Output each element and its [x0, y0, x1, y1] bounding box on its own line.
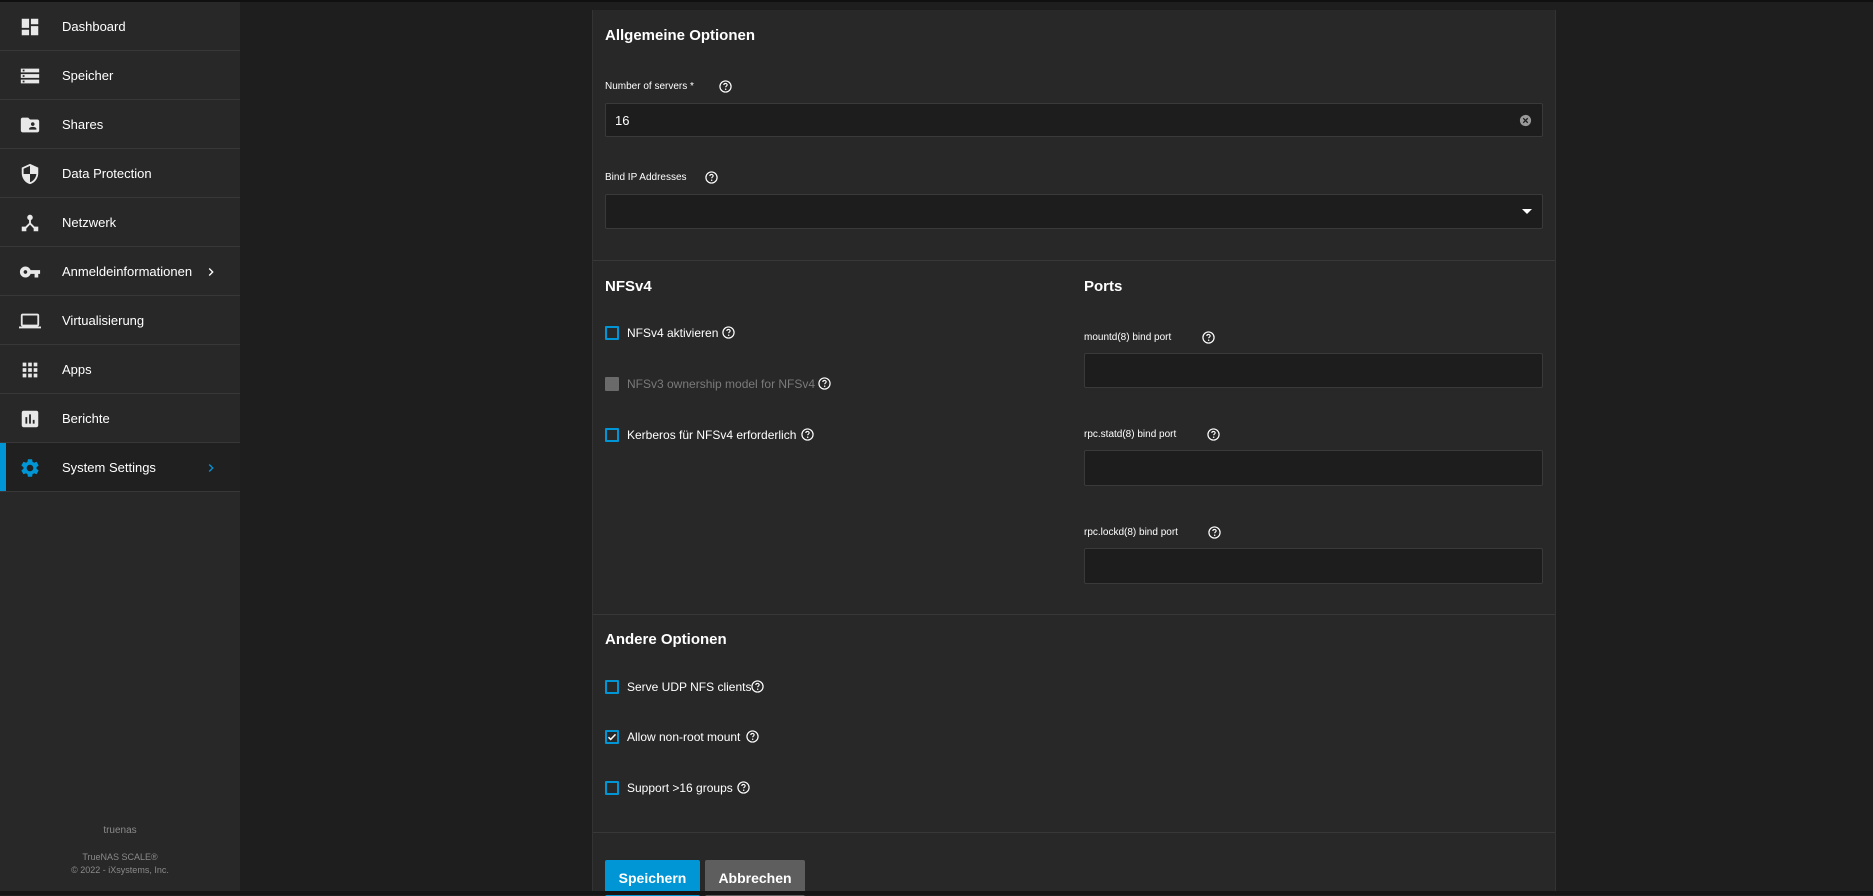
- servers-input-box[interactable]: [605, 103, 1543, 137]
- sidebar-item-label: Apps: [62, 361, 92, 377]
- servers-label: Number of servers *: [605, 81, 694, 92]
- apps-grid-icon: [19, 359, 41, 381]
- key-icon: [19, 261, 41, 283]
- nfsv3-ownership-label: NFSv3 ownership model for NFSv4: [627, 377, 816, 391]
- help-icon[interactable]: [1207, 428, 1220, 441]
- lockd-port-input-box[interactable]: [1084, 548, 1543, 584]
- section-title-ports: Ports: [1084, 278, 1123, 295]
- nfs-settings-card: Allgemeine Optionen Number of servers * …: [592, 10, 1556, 896]
- help-icon[interactable]: [818, 377, 831, 390]
- udp-clients-checkbox[interactable]: [605, 680, 619, 694]
- section-divider: [593, 832, 1555, 833]
- help-icon[interactable]: [719, 80, 732, 93]
- sidebar-item-dashboard[interactable]: Dashboard: [0, 2, 240, 51]
- product-name: TrueNAS SCALE®: [82, 852, 158, 862]
- storage-icon: [19, 65, 41, 87]
- bottom-border: [0, 891, 1873, 895]
- sidebar-item-data-protection[interactable]: Data Protection: [0, 149, 240, 198]
- non-root-mount-checkbox[interactable]: [605, 730, 619, 744]
- statd-port-input-box[interactable]: [1084, 450, 1543, 486]
- folder-shared-icon: [19, 114, 41, 136]
- shield-icon: [19, 163, 41, 185]
- sidebar-item-label: Virtualisierung: [62, 312, 145, 328]
- sidebar-item-label: Dashboard: [62, 18, 126, 34]
- statd-port-input[interactable]: [1094, 451, 1511, 485]
- help-icon[interactable]: [722, 326, 735, 339]
- sidebar-item-netzwerk[interactable]: Netzwerk: [0, 198, 240, 247]
- nfsv4-enable-label: NFSv4 aktivieren: [627, 326, 719, 340]
- kerberos-checkbox[interactable]: [605, 428, 619, 442]
- bind-ip-label: Bind IP Addresses: [605, 172, 687, 183]
- sidebar-item-label: Shares: [62, 116, 104, 132]
- chevron-right-icon: [203, 264, 219, 280]
- nfsv3-ownership-checkbox: [605, 377, 619, 391]
- help-icon[interactable]: [751, 680, 764, 693]
- mountd-port-input[interactable]: [1094, 354, 1511, 387]
- section-title-nfsv4: NFSv4: [605, 278, 652, 295]
- sidebar-item-berichte[interactable]: Berichte: [0, 394, 240, 443]
- reports-chart-icon: [19, 408, 41, 430]
- copyright: © 2022 - iXsystems, Inc.: [71, 865, 169, 875]
- statd-label: rpc.statd(8) bind port: [1084, 429, 1177, 440]
- section-title-other: Andere Optionen: [605, 631, 727, 648]
- servers-input[interactable]: [615, 104, 1511, 136]
- support-16-groups-checkbox[interactable]: [605, 781, 619, 795]
- help-icon[interactable]: [705, 171, 718, 184]
- support-16-groups-label: Support >16 groups: [627, 781, 733, 795]
- section-title-general: Allgemeine Optionen: [605, 27, 756, 44]
- sidebar-item-shares[interactable]: Shares: [0, 100, 240, 149]
- checkmark-icon: [607, 733, 617, 741]
- help-icon[interactable]: [1208, 526, 1221, 539]
- sidebar-item-label: Speicher: [62, 67, 114, 83]
- top-border: [0, 0, 1873, 2]
- network-icon: [19, 212, 41, 234]
- laptop-icon: [19, 310, 41, 332]
- mountd-port-input-box[interactable]: [1084, 353, 1543, 388]
- clear-icon[interactable]: [1519, 114, 1532, 127]
- sidebar-item-virtualisierung[interactable]: Virtualisierung: [0, 296, 240, 345]
- nfsv4-enable-checkbox[interactable]: [605, 326, 619, 340]
- chevron-right-icon: [203, 460, 219, 476]
- lockd-port-input[interactable]: [1094, 549, 1511, 583]
- section-divider: [593, 260, 1555, 261]
- mountd-label: mountd(8) bind port: [1084, 332, 1172, 343]
- udp-clients-label: Serve UDP NFS clients: [627, 680, 752, 694]
- dashboard-icon: [19, 16, 41, 38]
- help-icon[interactable]: [801, 428, 814, 441]
- help-icon[interactable]: [737, 781, 750, 794]
- bind-ip-select[interactable]: [605, 194, 1543, 229]
- section-divider: [593, 614, 1555, 615]
- sidebar-item-apps[interactable]: Apps: [0, 345, 240, 394]
- sidebar-item-anmeldeinformationen[interactable]: Anmeldeinformationen: [0, 247, 240, 296]
- sidebar-item-label: Data Protection: [62, 165, 152, 181]
- lockd-label: rpc.lockd(8) bind port: [1084, 527, 1178, 538]
- help-icon[interactable]: [746, 730, 759, 743]
- sidebar-item-label: Netzwerk: [62, 214, 117, 230]
- sidebar-item-speicher[interactable]: Speicher: [0, 51, 240, 100]
- help-icon[interactable]: [1202, 331, 1215, 344]
- sidebar-item-label: System Settings: [62, 459, 156, 475]
- sidebar-item-label: Berichte: [62, 410, 110, 426]
- kerberos-label: Kerberos für NFSv4 erforderlich: [627, 428, 797, 442]
- dropdown-arrow-icon: [1522, 209, 1532, 214]
- sidebar: Dashboard Speicher Shares Data Protectio…: [0, 2, 240, 891]
- hostname: truenas: [103, 825, 137, 836]
- sidebar-item-system-settings[interactable]: System Settings: [0, 443, 240, 492]
- non-root-mount-label: Allow non-root mount: [627, 730, 741, 744]
- sidebar-item-label: Anmeldeinformationen: [62, 263, 193, 279]
- gear-icon: [19, 457, 41, 479]
